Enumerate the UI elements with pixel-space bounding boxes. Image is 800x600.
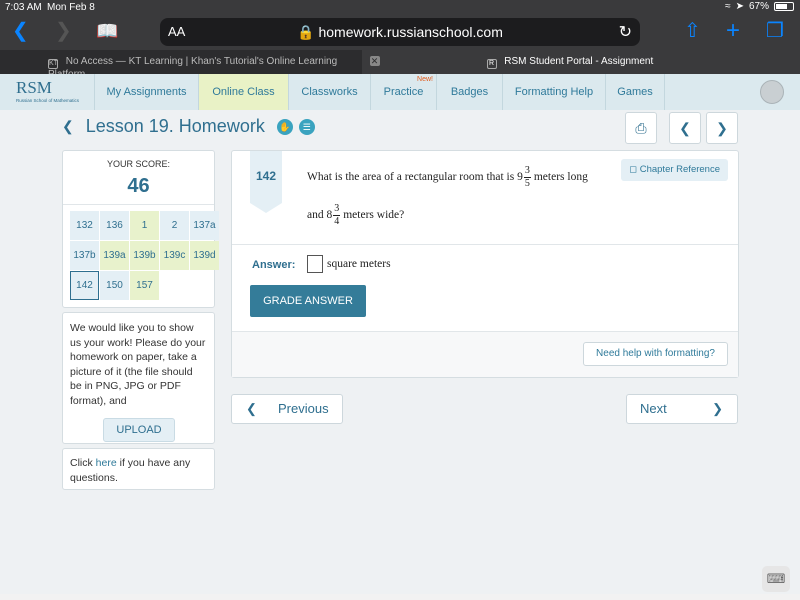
url-value: homework.russianschool.com bbox=[318, 24, 503, 40]
nav-my-assignments[interactable]: My Assignments bbox=[94, 74, 198, 110]
nav-formatting-help[interactable]: Formatting Help bbox=[502, 74, 605, 110]
share-icon[interactable]: ⇧ bbox=[684, 20, 701, 42]
chevron-right-icon: ❯ bbox=[712, 401, 723, 416]
problem-cell[interactable]: 137a bbox=[190, 211, 219, 240]
browser-tabs: KT No Access — KT Learning | Khan's Tuto… bbox=[0, 50, 800, 80]
next-button[interactable]: Next ❯ bbox=[626, 394, 738, 424]
score-card: YOUR SCORE: 46 132 136 1 2 137a 137b 139a 139b 1… bbox=[62, 150, 219, 308]
user-avatar[interactable] bbox=[760, 80, 784, 104]
new-badge: New! bbox=[417, 76, 433, 83]
logo-subtitle: Russian School of Mathematics bbox=[16, 98, 80, 103]
question-number-badge: 142 bbox=[250, 151, 282, 213]
tab-kt-learning[interactable]: KT No Access — KT Learning | Khan's Tuto… bbox=[0, 50, 362, 80]
back-chevron-icon[interactable]: ❮ bbox=[62, 118, 74, 135]
forward-icon[interactable]: ❯ bbox=[55, 20, 72, 42]
tab-rsm-portal[interactable]: ✕ R RSM Student Portal - Assignment bbox=[361, 50, 800, 74]
answer-label: Answer: bbox=[252, 259, 296, 271]
lesson-header: ❮ Lesson 19. Homework ✋ ☰ bbox=[62, 116, 315, 137]
problem-cell[interactable]: 142 bbox=[70, 271, 99, 300]
problem-grid: 132 136 1 2 137a 137b 139a 139b 139c 139d 142 150 15… bbox=[70, 211, 219, 300]
close-tab-icon[interactable]: ✕ bbox=[369, 56, 380, 66]
problem-cell[interactable]: 2 bbox=[160, 211, 189, 240]
chapter-reference-button[interactable]: ◻ Chapter Reference bbox=[621, 159, 728, 181]
status-time: 7:03 AM bbox=[5, 2, 42, 13]
keyboard-icon[interactable]: ⌨ bbox=[762, 566, 790, 592]
chevron-left-icon: ❮ bbox=[246, 401, 257, 416]
score-label: YOUR SCORE: bbox=[106, 159, 170, 169]
logo-text: RSM bbox=[16, 78, 52, 97]
question-panel: 142 What is the area of a rectangular ro… bbox=[231, 150, 739, 378]
help-text: Click here if you have any questions. bbox=[70, 457, 191, 484]
browser-toolbar: ❮ ❯ 📖 AA 🔒 homework.russianschool.com ↻ … bbox=[0, 14, 800, 50]
location-icon: ➤ bbox=[735, 1, 744, 12]
print-button[interactable]: ⎙ bbox=[625, 112, 657, 144]
previous-button[interactable]: ❮ Previous bbox=[231, 394, 343, 424]
print-icon: ⎙ bbox=[635, 120, 647, 136]
chevron-left-icon: ❮ bbox=[679, 120, 691, 136]
back-icon[interactable]: ❮ bbox=[12, 20, 29, 42]
new-tab-icon[interactable]: + bbox=[726, 19, 740, 43]
bookmarks-icon[interactable]: 📖 bbox=[96, 20, 118, 42]
address-bar[interactable]: AA 🔒 homework.russianschool.com ↻ bbox=[160, 18, 640, 46]
tab-title: RSM Student Portal - Assignment bbox=[504, 56, 654, 67]
answer-input[interactable] bbox=[307, 255, 323, 273]
formatting-help-button[interactable]: Need help with formatting? bbox=[583, 342, 728, 366]
notes-icon[interactable]: ☰ bbox=[298, 118, 315, 135]
question-text-line2: and 8 3 4 meters wide? bbox=[307, 203, 405, 227]
nav-games[interactable]: Games bbox=[605, 74, 665, 110]
problem-cell[interactable]: 139c bbox=[160, 241, 189, 270]
grade-answer-button[interactable]: GRADE ANSWER bbox=[250, 285, 366, 317]
answer-unit: square meters bbox=[327, 258, 391, 270]
question-footer: Need help with formatting? bbox=[232, 331, 738, 377]
lesson-title: Lesson 19. Homework bbox=[85, 116, 265, 136]
score-value: 46 bbox=[127, 175, 150, 197]
reload-icon[interactable]: ↻ bbox=[619, 22, 632, 42]
status-bar: 7:03 AM Mon Feb 8 ≈ ➤ 67% bbox=[0, 0, 800, 14]
battery-icon bbox=[774, 2, 794, 11]
help-card: Click here if you have any questions. bbox=[62, 448, 215, 490]
lock-icon: 🔒 bbox=[297, 24, 315, 40]
problem-cell[interactable]: 157 bbox=[130, 271, 159, 300]
next-problem-button[interactable]: ❯ bbox=[706, 112, 738, 144]
bottom-bar bbox=[0, 594, 800, 600]
wifi-icon: ≈ bbox=[725, 1, 731, 12]
battery-percent: 67% bbox=[748, 1, 769, 12]
nav-classworks[interactable]: Classworks bbox=[288, 74, 370, 110]
problem-cell[interactable]: 136 bbox=[100, 211, 129, 240]
problem-cell[interactable]: 139d bbox=[190, 241, 219, 270]
prev-problem-button[interactable]: ❮ bbox=[669, 112, 701, 144]
bookmark-icon: ◻ bbox=[629, 164, 638, 175]
upload-button[interactable]: UPLOAD bbox=[103, 418, 175, 442]
nav-badges[interactable]: Badges bbox=[436, 74, 502, 110]
url-text[interactable]: 🔒 homework.russianschool.com bbox=[160, 24, 640, 41]
question-text-line1: What is the area of a rectangular room t… bbox=[307, 165, 588, 189]
problem-cell[interactable]: 139a bbox=[100, 241, 129, 270]
nav-practice[interactable]: Practice New! bbox=[370, 74, 436, 110]
problem-cell[interactable]: 139b bbox=[130, 241, 159, 270]
work-instructions: We would like you to show us your work! … bbox=[70, 322, 206, 407]
hand-icon[interactable]: ✋ bbox=[276, 118, 293, 135]
problem-cell[interactable]: 150 bbox=[100, 271, 129, 300]
problem-cell[interactable]: 1 bbox=[130, 211, 159, 240]
kt-favicon-icon: KT bbox=[48, 59, 58, 69]
site-nav: RSM Russian School of Mathematics My Ass… bbox=[0, 74, 800, 110]
rsm-favicon-icon: R bbox=[486, 59, 497, 69]
fraction-1: 35 bbox=[523, 165, 531, 189]
status-date: Mon Feb 8 bbox=[47, 2, 95, 13]
tabs-overview-icon[interactable]: ❐ bbox=[766, 20, 784, 42]
chevron-right-icon: ❯ bbox=[716, 120, 728, 136]
fraction-2: 34 bbox=[333, 203, 341, 227]
problem-cell[interactable]: 132 bbox=[70, 211, 99, 240]
work-upload-card: We would like you to show us your work! … bbox=[62, 312, 215, 444]
rsm-logo[interactable]: RSM Russian School of Mathematics bbox=[0, 74, 94, 110]
problem-cell[interactable]: 137b bbox=[70, 241, 99, 270]
help-link[interactable]: here bbox=[96, 457, 117, 469]
nav-online-class[interactable]: Online Class bbox=[198, 74, 288, 110]
